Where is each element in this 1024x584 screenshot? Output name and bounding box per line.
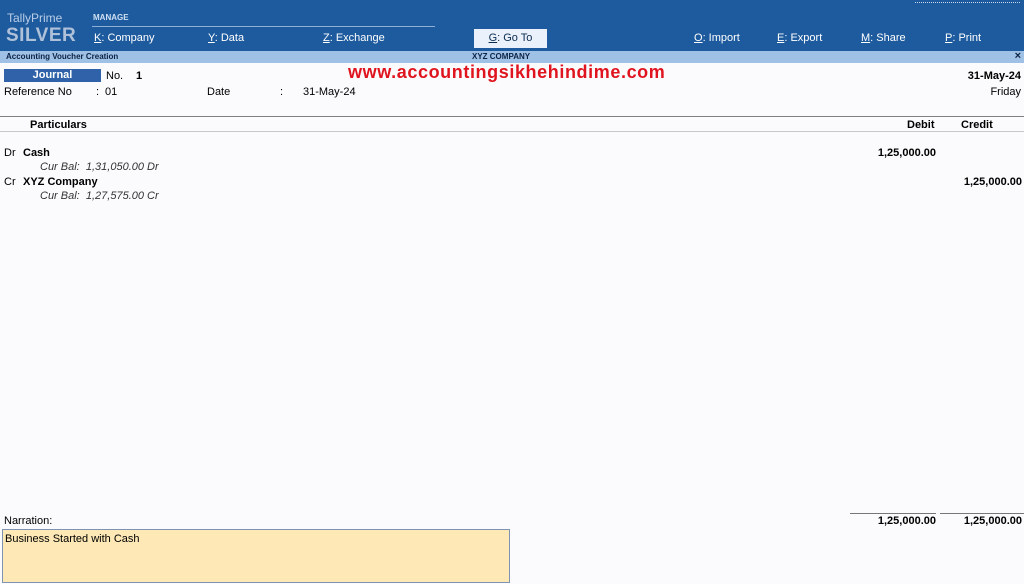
menu-data-key: Y <box>208 32 215 44</box>
voucher-type[interactable]: Journal <box>4 69 101 82</box>
total-credit-line <box>940 513 1024 514</box>
menu-go-to-label: : Go To <box>497 32 533 44</box>
column-credit: Credit <box>961 119 993 131</box>
entry-debit-amount[interactable]: 1,25,000.00 <box>850 147 936 159</box>
menu-export[interactable]: E: Export <box>777 32 822 44</box>
entry-balance-value: 1,27,575.00 Cr <box>85 190 159 202</box>
top-menu-bar: TallyPrime SILVER MANAGE K: Company Y: D… <box>0 0 1024 51</box>
title-decoration <box>915 2 1020 6</box>
total-debit: 1,25,000.00 <box>877 515 936 527</box>
menu-import-label: : Import <box>702 32 740 44</box>
menu-share[interactable]: M: Share <box>861 32 906 44</box>
menu-company-label: : Company <box>101 32 155 44</box>
date-label: Date <box>207 86 231 98</box>
header-divider-top <box>0 116 1024 117</box>
entry-ledger-name[interactable]: XYZ Company <box>23 176 98 188</box>
menu-go-to[interactable]: G: Go To <box>474 29 547 48</box>
brand-name: TallyPrime <box>7 11 63 25</box>
menu-go-to-key: G <box>488 32 498 44</box>
manage-label: MANAGE <box>93 13 129 22</box>
company-name: XYZ COMPANY <box>472 52 531 61</box>
reference-colon: : <box>96 86 100 98</box>
brand-edition: SILVER <box>6 25 77 46</box>
column-debit: Debit <box>907 119 935 131</box>
entry-drcr[interactable]: Dr <box>4 147 16 159</box>
ledger-entry[interactable]: Dr Cash Cur Bal: 1,31,050.00 Dr 1,25,000… <box>0 147 1024 177</box>
voucher-no-label: No. <box>106 70 124 82</box>
reference-field[interactable]: 01 <box>105 86 117 98</box>
voucher-date-top[interactable]: 31-May-24 <box>968 70 1021 82</box>
entry-credit-amount[interactable]: 1,25,000.00 <box>936 176 1022 188</box>
ledger-entry[interactable]: Cr XYZ Company Cur Bal: 1,27,575.00 Cr 1… <box>0 176 1024 206</box>
close-icon[interactable]: × <box>1015 50 1021 62</box>
voucher-number[interactable]: 1 <box>136 70 142 82</box>
menu-share-key: M <box>861 32 871 44</box>
menu-exchange-label: : Exchange <box>329 32 385 44</box>
menu-data-label: : Data <box>214 32 245 44</box>
voucher-form: Journal No. 1 www.accountingsikhehindime… <box>0 62 1024 584</box>
entry-balance-value: 1,31,050.00 Dr <box>85 161 159 173</box>
entry-ledger-name[interactable]: Cash <box>23 147 50 159</box>
menu-export-label: : Export <box>784 32 823 44</box>
voucher-day: Friday <box>990 86 1021 98</box>
total-debit-line <box>850 513 936 514</box>
narration-label: Narration: <box>4 515 53 527</box>
date-field[interactable]: 31-May-24 <box>303 86 356 98</box>
menu-import-key: O <box>694 32 703 44</box>
tally-window: TallyPrime SILVER MANAGE K: Company Y: D… <box>0 0 1024 584</box>
menu-share-label: : Share <box>870 32 906 44</box>
menu-exchange-key: Z <box>323 32 330 44</box>
menu-import[interactable]: O: Import <box>694 32 740 44</box>
entry-balance-label: Cur Bal: <box>40 161 80 173</box>
watermark-text: www.accountingsikhehindime.com <box>348 62 666 82</box>
manage-divider <box>92 26 435 27</box>
column-particulars: Particulars <box>30 119 87 131</box>
narration-text: Business Started with Cash <box>5 533 140 545</box>
entry-current-balance: Cur Bal: 1,31,050.00 Dr <box>40 161 159 173</box>
entry-drcr[interactable]: Cr <box>4 176 16 188</box>
entry-current-balance: Cur Bal: 1,27,575.00 Cr <box>40 190 159 202</box>
menu-print[interactable]: P: Print <box>945 32 981 44</box>
reference-label: Reference No <box>4 86 72 98</box>
total-credit: 1,25,000.00 <box>963 515 1022 527</box>
menu-company[interactable]: K: Company <box>94 32 155 44</box>
menu-print-label: : Print <box>952 32 982 44</box>
narration-field[interactable]: Business Started with Cash <box>2 529 510 583</box>
date-colon: : <box>280 86 284 98</box>
header-divider-bottom <box>0 131 1024 132</box>
entry-balance-label: Cur Bal: <box>40 190 80 202</box>
menu-exchange[interactable]: Z: Exchange <box>323 32 385 44</box>
screen-title: Accounting Voucher Creation <box>6 52 119 61</box>
menu-data[interactable]: Y: Data <box>208 32 244 44</box>
